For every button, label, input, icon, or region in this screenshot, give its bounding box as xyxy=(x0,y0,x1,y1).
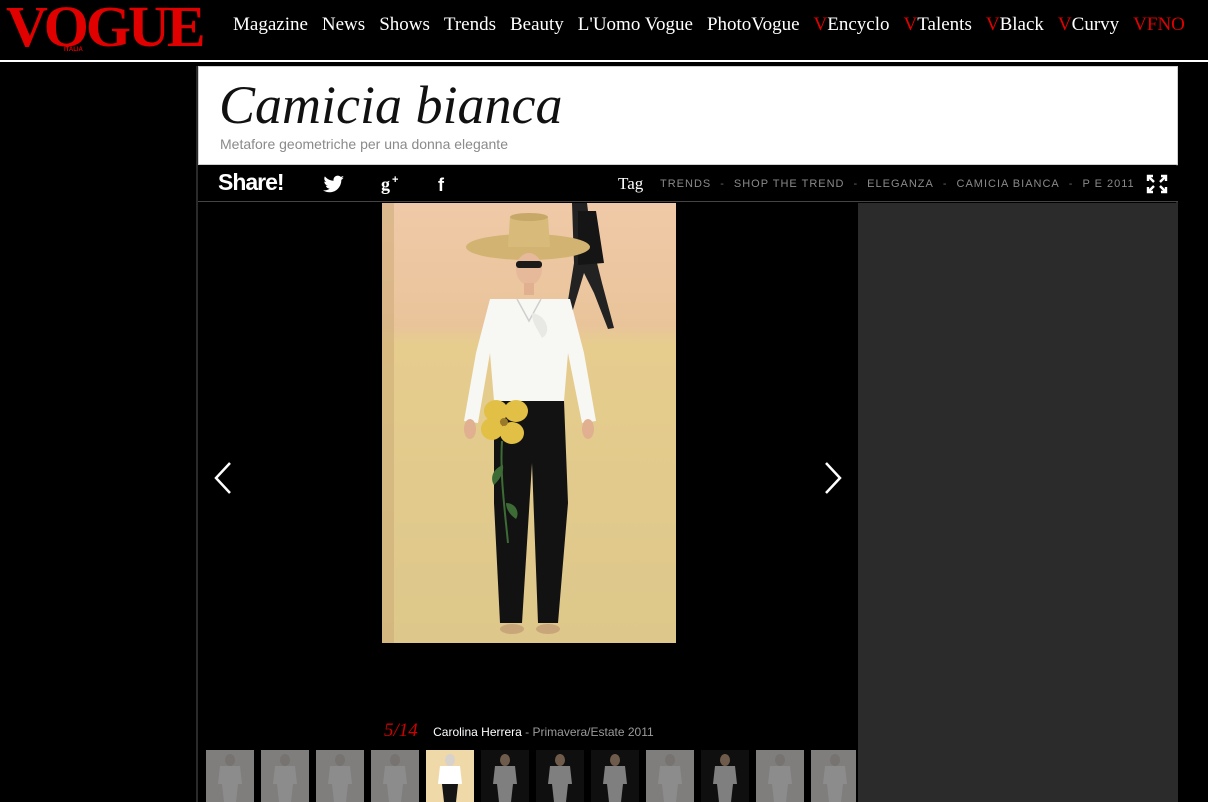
nav-item-prefix: V xyxy=(985,14,1000,35)
gallery-thumbnail[interactable] xyxy=(646,750,694,802)
nav-item-photovogue[interactable]: PhotoVogue xyxy=(707,14,800,36)
nav-item-black[interactable]: VBlack xyxy=(986,14,1044,36)
top-bar: VOGUE ITALIA Magazine News Shows Trends Beau… xyxy=(0,0,1208,62)
gallery-thumbnail[interactable] xyxy=(811,750,856,802)
nav-item-label: Curvy xyxy=(1071,14,1120,35)
nav-item-shows[interactable]: Shows xyxy=(379,14,430,36)
tag-separator: - xyxy=(942,178,948,190)
nav-item-trends[interactable]: Trends xyxy=(444,14,496,36)
slide-counter: 5/14 xyxy=(384,720,418,741)
gallery-thumbnail[interactable] xyxy=(701,750,749,802)
photo-caption: 5/14 Carolina Herrera - Primavera/Estate… xyxy=(384,720,654,742)
nav-item-prefix: V xyxy=(813,14,828,35)
gallery-thumbnail[interactable] xyxy=(536,750,584,802)
runway-photo[interactable] xyxy=(382,203,676,643)
designer-name: Carolina Herrera xyxy=(433,725,522,739)
svg-text:g: g xyxy=(381,174,390,194)
gallery-thumbnail[interactable] xyxy=(261,750,309,802)
nav-item-beauty[interactable]: Beauty xyxy=(510,14,564,36)
gallery-thumbnail[interactable] xyxy=(426,750,474,802)
nav-item-curvy[interactable]: VCurvy xyxy=(1058,14,1119,36)
tag-separator: - xyxy=(720,178,725,190)
nav-item-label: Magazine xyxy=(233,14,308,35)
nav-item-label: Talents xyxy=(917,14,972,35)
tag-link[interactable]: SHOP THE TREND xyxy=(734,178,845,190)
gallery-thumbnail[interactable] xyxy=(756,750,804,802)
nav-item-label: VFNO xyxy=(1133,14,1185,35)
nav-item-prefix: V xyxy=(903,14,918,35)
nav-item-label: PhotoVogue xyxy=(706,14,800,35)
nav-item-magazine[interactable]: Magazine xyxy=(233,14,308,36)
tag-separator: - xyxy=(1068,178,1074,190)
gallery-thumbnail[interactable] xyxy=(481,750,529,802)
nav-item-label: Encyclo xyxy=(827,14,890,35)
page-title: Camicia bianca xyxy=(219,75,563,135)
nav-item-label: Beauty xyxy=(509,14,564,35)
google-plus-icon[interactable]: g + xyxy=(380,173,404,195)
nav-item-vfno[interactable]: VFNO xyxy=(1133,14,1185,36)
tag-link[interactable]: TRENDS xyxy=(660,178,711,190)
nav-item-label: News xyxy=(321,14,366,35)
nav-item-l-uomo-vogue[interactable]: L'Uomo Vogue xyxy=(578,14,693,36)
gallery-header: Camicia bianca Metafore geometriche per … xyxy=(198,66,1178,165)
nav-item-label: Shows xyxy=(379,14,430,35)
tag-separator: - xyxy=(853,178,859,190)
gallery-thumbnail[interactable] xyxy=(206,750,254,802)
vogue-logo[interactable]: VOGUE ITALIA xyxy=(6,0,206,59)
twitter-icon[interactable] xyxy=(322,173,346,195)
next-arrow-icon[interactable] xyxy=(820,461,844,495)
side-panel xyxy=(858,203,1178,802)
nav-item-label: Trends xyxy=(443,14,496,35)
photo-viewer: 5/14 Carolina Herrera - Primavera/Estate… xyxy=(198,203,858,802)
share-bar: Share! g + f Tag TRENDS - SHOP THE TREND - E… xyxy=(198,166,1178,202)
nav-item-label: Black xyxy=(999,14,1044,35)
page-subtitle: Metafore geometriche per una donna elega… xyxy=(220,136,508,152)
season-label: - Primavera/Estate 2011 xyxy=(521,725,654,739)
tag-link[interactable]: ELEGANZA xyxy=(867,178,934,190)
nav-item-news[interactable]: News xyxy=(322,14,365,36)
nav-item-encyclo[interactable]: VEncyclo xyxy=(814,14,890,36)
gallery-panel: Camicia bianca Metafore geometriche per … xyxy=(196,66,1178,802)
gallery-thumbnail[interactable] xyxy=(371,750,419,802)
tag-link[interactable]: CAMICIA BIANCA xyxy=(957,178,1060,190)
nav-item-label: L'Uomo Vogue xyxy=(577,14,693,35)
main-nav: Magazine News Shows Trends Beauty L'Uomo Vogu… xyxy=(226,14,1192,36)
svg-text:f: f xyxy=(438,175,445,195)
fullscreen-icon[interactable] xyxy=(1146,174,1168,194)
tag-link[interactable]: P E 2011 xyxy=(1082,178,1134,190)
nav-item-talents[interactable]: VTalents xyxy=(904,14,972,36)
tag-label: Tag xyxy=(618,174,644,193)
svg-text:+: + xyxy=(392,174,398,186)
gallery-thumbnail[interactable] xyxy=(591,750,639,802)
previous-arrow-icon[interactable] xyxy=(212,461,236,495)
vogue-logo-text: VOGUE xyxy=(6,0,206,59)
tag-list: TRENDS - SHOP THE TREND - ELEGANZA - CAMICIA B… xyxy=(660,178,1135,190)
gallery-thumbnail[interactable] xyxy=(316,750,364,802)
vogue-logo-subtext: ITALIA xyxy=(64,47,83,53)
share-label: Share! xyxy=(218,169,285,195)
facebook-icon[interactable]: f xyxy=(432,173,456,195)
nav-item-prefix: V xyxy=(1057,14,1072,35)
thumbnail-strip xyxy=(206,750,856,802)
